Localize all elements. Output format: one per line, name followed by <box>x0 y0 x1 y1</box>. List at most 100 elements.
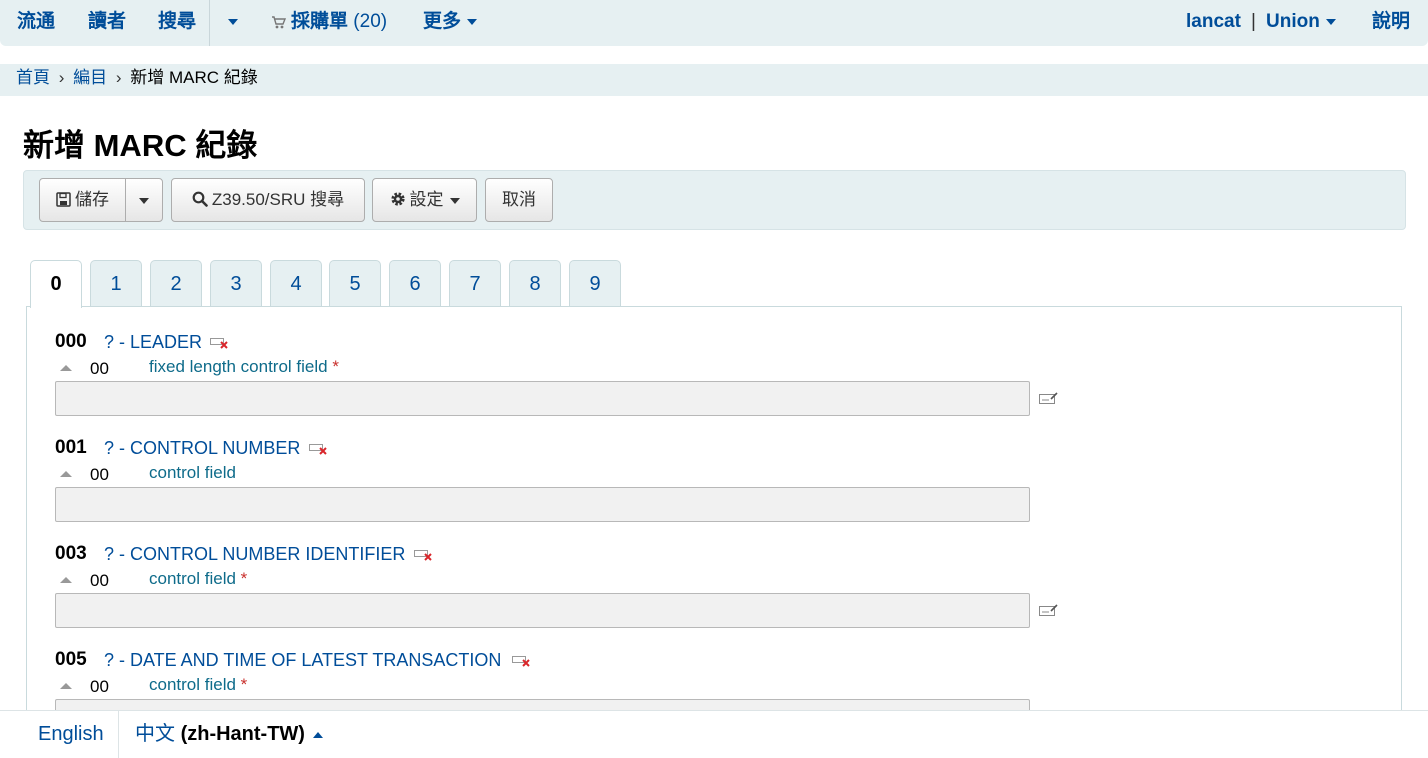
language-footer: English 中文 (zh-Hant-TW) <box>0 710 1428 758</box>
subfield-code: 00 <box>90 359 109 378</box>
chevron-down-icon <box>228 18 238 25</box>
marc-field-003: 003 ? - CONTROL NUMBER IDENTIFIER 00 con… <box>55 543 1075 649</box>
subfield-description-text: control field <box>149 569 236 588</box>
arrow-up-icon[interactable] <box>60 577 72 583</box>
field-tag: 001 <box>55 437 87 458</box>
required-marker: * <box>240 675 248 694</box>
tab-6[interactable]: 6 <box>389 260 441 307</box>
field-name[interactable]: CONTROL NUMBER <box>130 438 300 459</box>
tab-7[interactable]: 7 <box>449 260 501 307</box>
subfield-description: control field * <box>149 675 247 695</box>
nav-user[interactable]: lancat <box>1186 0 1241 44</box>
required-marker: * <box>240 569 248 588</box>
tab-5[interactable]: 5 <box>329 260 381 307</box>
marc-field-000: 000 ? - LEADER 00 fixed length control f… <box>55 331 1075 437</box>
field-001-input[interactable] <box>55 487 1030 522</box>
breadcrumb-cataloging[interactable]: 編目 <box>73 68 107 87</box>
tab-0[interactable]: 0 <box>30 260 82 308</box>
delete-tag-icon[interactable] <box>414 548 434 566</box>
subfield-code: 00 <box>90 465 109 484</box>
nav-search[interactable]: 搜尋 <box>158 0 196 44</box>
z3950-search-label: Z39.50/SRU 搜尋 <box>211 190 345 209</box>
nav-more[interactable]: 更多 <box>423 0 478 44</box>
subfield-description-text: control field <box>149 675 236 694</box>
footer-divider <box>118 711 119 758</box>
top-navbar: 流通 讀者 搜尋 採購單 (20) 更多 lancat | Union 說明 <box>0 0 1428 46</box>
page-title: 新增 MARC 紀錄 <box>23 128 258 163</box>
subfield-code: 00 <box>90 677 109 696</box>
edit-plugin-icon[interactable] <box>1039 603 1059 622</box>
language-current-code: (zh-Hant-TW) <box>180 723 305 745</box>
delete-tag-icon[interactable] <box>512 654 532 672</box>
tab-9[interactable]: 9 <box>569 260 621 307</box>
cart-label: 採購單 <box>291 11 349 32</box>
settings-label: 設定 <box>409 190 444 209</box>
field-help-link[interactable]: ? - <box>104 332 125 353</box>
nav-library-label: Union <box>1266 11 1320 32</box>
subfield-code: 00 <box>90 571 109 590</box>
tab-3[interactable]: 3 <box>210 260 262 307</box>
field-help-link[interactable]: ? - <box>104 438 125 459</box>
language-english[interactable]: English <box>38 711 104 758</box>
cancel-button[interactable]: 取消 <box>485 178 553 222</box>
nav-patrons[interactable]: 讀者 <box>88 0 126 44</box>
arrow-up-icon[interactable] <box>60 683 72 689</box>
edit-plugin-icon[interactable] <box>1039 391 1059 410</box>
required-marker: * <box>332 357 339 376</box>
breadcrumb-home[interactable]: 首頁 <box>16 68 50 87</box>
tab-8[interactable]: 8 <box>509 260 561 307</box>
chevron-down-icon <box>139 197 149 204</box>
subfield-description: control field <box>149 463 236 483</box>
toolbar: 儲存 Z39.50/SRU 搜尋 設定 取消 <box>23 170 1406 230</box>
tab-2[interactable]: 2 <box>150 260 202 307</box>
save-button-label: 儲存 <box>75 190 109 209</box>
field-000-input[interactable] <box>55 381 1030 416</box>
breadcrumb-current: 新增 MARC 紀錄 <box>130 68 258 87</box>
save-options-dropdown[interactable] <box>125 178 163 222</box>
z3950-search-button[interactable]: Z39.50/SRU 搜尋 <box>171 178 365 222</box>
delete-tag-icon[interactable] <box>309 442 329 460</box>
search-dropdown-toggle[interactable] <box>222 0 238 44</box>
language-current-name: 中文 <box>135 723 175 745</box>
field-tag: 005 <box>55 649 87 670</box>
arrow-up-icon[interactable] <box>60 365 72 371</box>
cart-count: (20) <box>353 11 388 32</box>
subfield-description-text: control field <box>149 463 236 482</box>
chevron-down-icon <box>1325 18 1336 25</box>
language-current[interactable]: 中文 (zh-Hant-TW) <box>135 711 323 758</box>
chevron-down-icon <box>449 197 460 204</box>
subfield-description-text: fixed length control field <box>149 357 328 376</box>
nav-cart[interactable]: 採購單 (20) <box>271 0 387 44</box>
nav-more-label: 更多 <box>423 11 462 32</box>
settings-button[interactable]: 設定 <box>372 178 477 222</box>
gear-icon <box>390 192 405 206</box>
field-003-input[interactable] <box>55 593 1030 628</box>
tab-1[interactable]: 1 <box>90 260 142 307</box>
breadcrumb-separator: › <box>58 68 65 87</box>
subfield-description: fixed length control field * <box>149 357 339 377</box>
save-button[interactable]: 儲存 <box>39 178 126 222</box>
nav-help[interactable]: 說明 <box>1372 0 1410 44</box>
field-tag: 003 <box>55 543 87 564</box>
field-name[interactable]: DATE AND TIME OF LATEST TRANSACTION <box>130 650 501 671</box>
delete-tag-icon[interactable] <box>210 336 230 354</box>
field-name[interactable]: CONTROL NUMBER IDENTIFIER <box>130 544 405 565</box>
field-help-link[interactable]: ? - <box>104 650 125 671</box>
arrow-up-icon[interactable] <box>60 471 72 477</box>
breadcrumb-separator: › <box>115 68 122 87</box>
field-help-link[interactable]: ? - <box>104 544 125 565</box>
subfield-description: control field * <box>149 569 247 589</box>
nav-divider <box>209 0 210 46</box>
field-tag: 000 <box>55 331 87 352</box>
chevron-down-icon <box>467 18 478 25</box>
cart-icon <box>272 16 287 29</box>
nav-library[interactable]: Union <box>1266 0 1336 44</box>
tab-4[interactable]: 4 <box>270 260 322 307</box>
user-separator: | <box>1251 11 1256 32</box>
field-name[interactable]: LEADER <box>130 332 202 353</box>
magnifier-icon <box>192 191 208 207</box>
breadcrumb: 首頁 › 編目 › 新增 MARC 紀錄 <box>0 64 1428 96</box>
nav-circulation[interactable]: 流通 <box>17 0 55 44</box>
floppy-disk-icon <box>56 192 71 207</box>
marc-field-001: 001 ? - CONTROL NUMBER 00 control field <box>55 437 1075 543</box>
